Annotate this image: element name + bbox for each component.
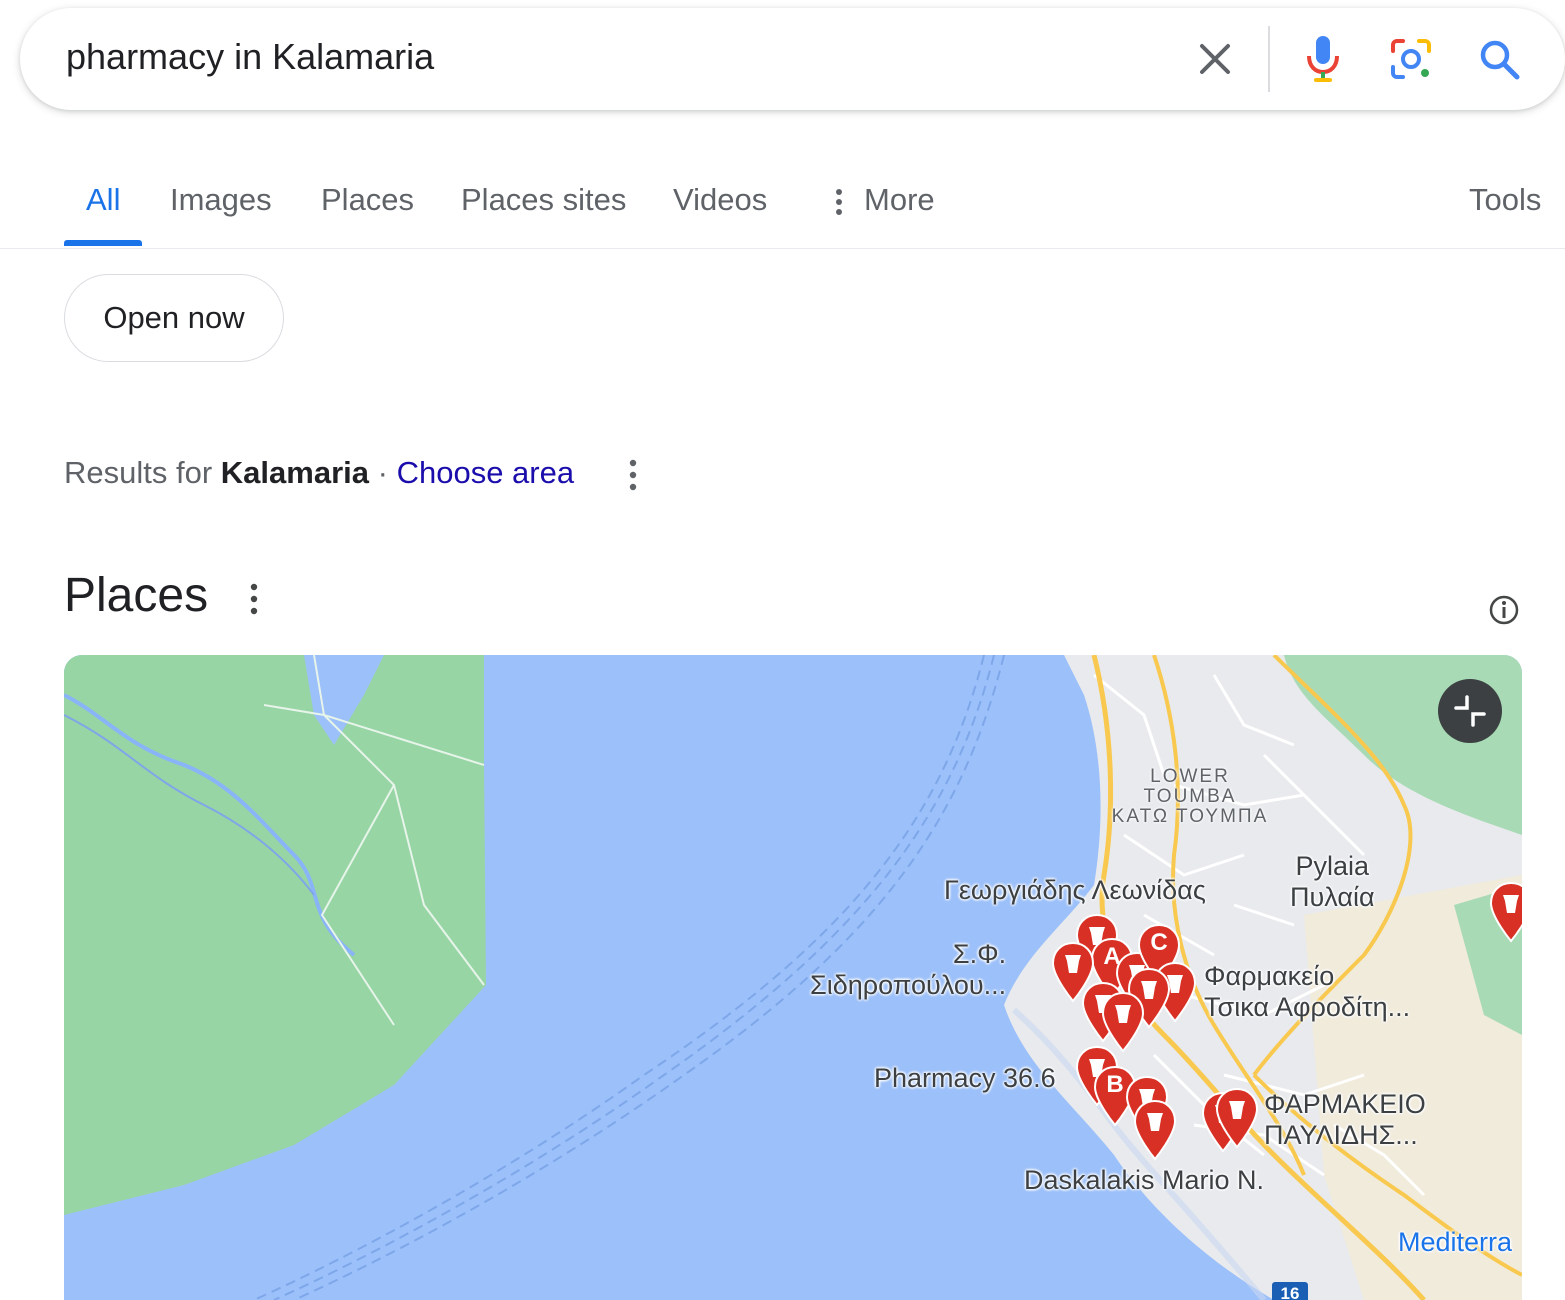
info-icon[interactable] bbox=[1488, 594, 1520, 626]
map-label-farmakeio-pavlidis[interactable]: ΦΑΡΜΑΚΕΙΟ ΠΑΥΛΙΔΗΣ... bbox=[1264, 1089, 1426, 1151]
search-bar[interactable]: pharmacy in Kalamaria bbox=[20, 8, 1565, 110]
route-16-shield: 16 bbox=[1272, 1282, 1308, 1300]
collapse-map-button[interactable] bbox=[1438, 679, 1502, 743]
pharmacy-pin[interactable] bbox=[1488, 881, 1522, 943]
microphone-icon[interactable] bbox=[1298, 34, 1348, 84]
places-options-icon[interactable] bbox=[247, 582, 261, 616]
map-label-daskalakis[interactable]: Daskalakis Mario N. bbox=[1024, 1165, 1264, 1196]
tab-more[interactable]: More bbox=[864, 182, 935, 218]
places-heading: Places bbox=[64, 569, 209, 622]
results-options-icon[interactable] bbox=[626, 458, 640, 492]
tab-places-sites[interactable]: Places sites bbox=[461, 182, 626, 218]
active-tab-indicator bbox=[64, 240, 142, 246]
map-label-mediterranean[interactable]: Mediterra bbox=[1398, 1227, 1512, 1258]
pharmacy-pin[interactable] bbox=[1100, 991, 1146, 1053]
map-label-pharmacy-36-6[interactable]: Pharmacy 36.6 bbox=[874, 1063, 1056, 1094]
map-label-pylaia[interactable]: Pylaia Πυλαία bbox=[1290, 851, 1375, 913]
tab-places[interactable]: Places bbox=[321, 182, 414, 218]
search-icon[interactable] bbox=[1474, 34, 1524, 84]
results-separator: · bbox=[377, 455, 388, 490]
close-icon[interactable] bbox=[1190, 34, 1240, 84]
tab-videos[interactable]: Videos bbox=[673, 182, 767, 218]
map-label-sidiropoulou[interactable]: Σ.Φ. Σιδηροπούλου... bbox=[810, 939, 1006, 1001]
tab-images[interactable]: Images bbox=[170, 182, 272, 218]
map-label-lower-toumba: LOWER TOUMBA ΚΑΤΩ ΤΟΥΜΠΑ bbox=[1111, 766, 1269, 827]
collapse-icon bbox=[1454, 695, 1486, 727]
pharmacy-pin[interactable] bbox=[1132, 1099, 1178, 1161]
results-for-prefix: Results for bbox=[64, 455, 213, 490]
camera-lens-icon[interactable] bbox=[1386, 34, 1436, 84]
tools-button[interactable]: Tools bbox=[1469, 182, 1541, 218]
search-divider bbox=[1268, 26, 1270, 92]
places-map[interactable]: LOWER TOUMBA ΚΑΤΩ ΤΟΥΜΠΑ Pylaia Πυλαία Γεωρ… bbox=[64, 655, 1522, 1300]
results-for-line: Results for Kalamaria · Choose area bbox=[64, 455, 574, 491]
pin-letter: C bbox=[1150, 929, 1168, 956]
map-label-georgiadis[interactable]: Γεωργιάδης Λεωνίδας bbox=[944, 875, 1206, 906]
more-vert-icon[interactable] bbox=[832, 187, 846, 217]
search-tabs: All Images Places Places sites Videos Mo… bbox=[0, 160, 1565, 249]
tab-all[interactable]: All bbox=[86, 182, 120, 218]
choose-area-link[interactable]: Choose area bbox=[397, 455, 575, 490]
map-label-farmakeio-tsika[interactable]: Φαρμακείο Τσικα Αφροδίτη... bbox=[1204, 961, 1410, 1023]
pharmacy-pin[interactable] bbox=[1214, 1087, 1260, 1149]
search-input[interactable]: pharmacy in Kalamaria bbox=[66, 36, 434, 78]
open-now-chip[interactable]: Open now bbox=[64, 274, 284, 362]
results-location: Kalamaria bbox=[220, 455, 370, 490]
